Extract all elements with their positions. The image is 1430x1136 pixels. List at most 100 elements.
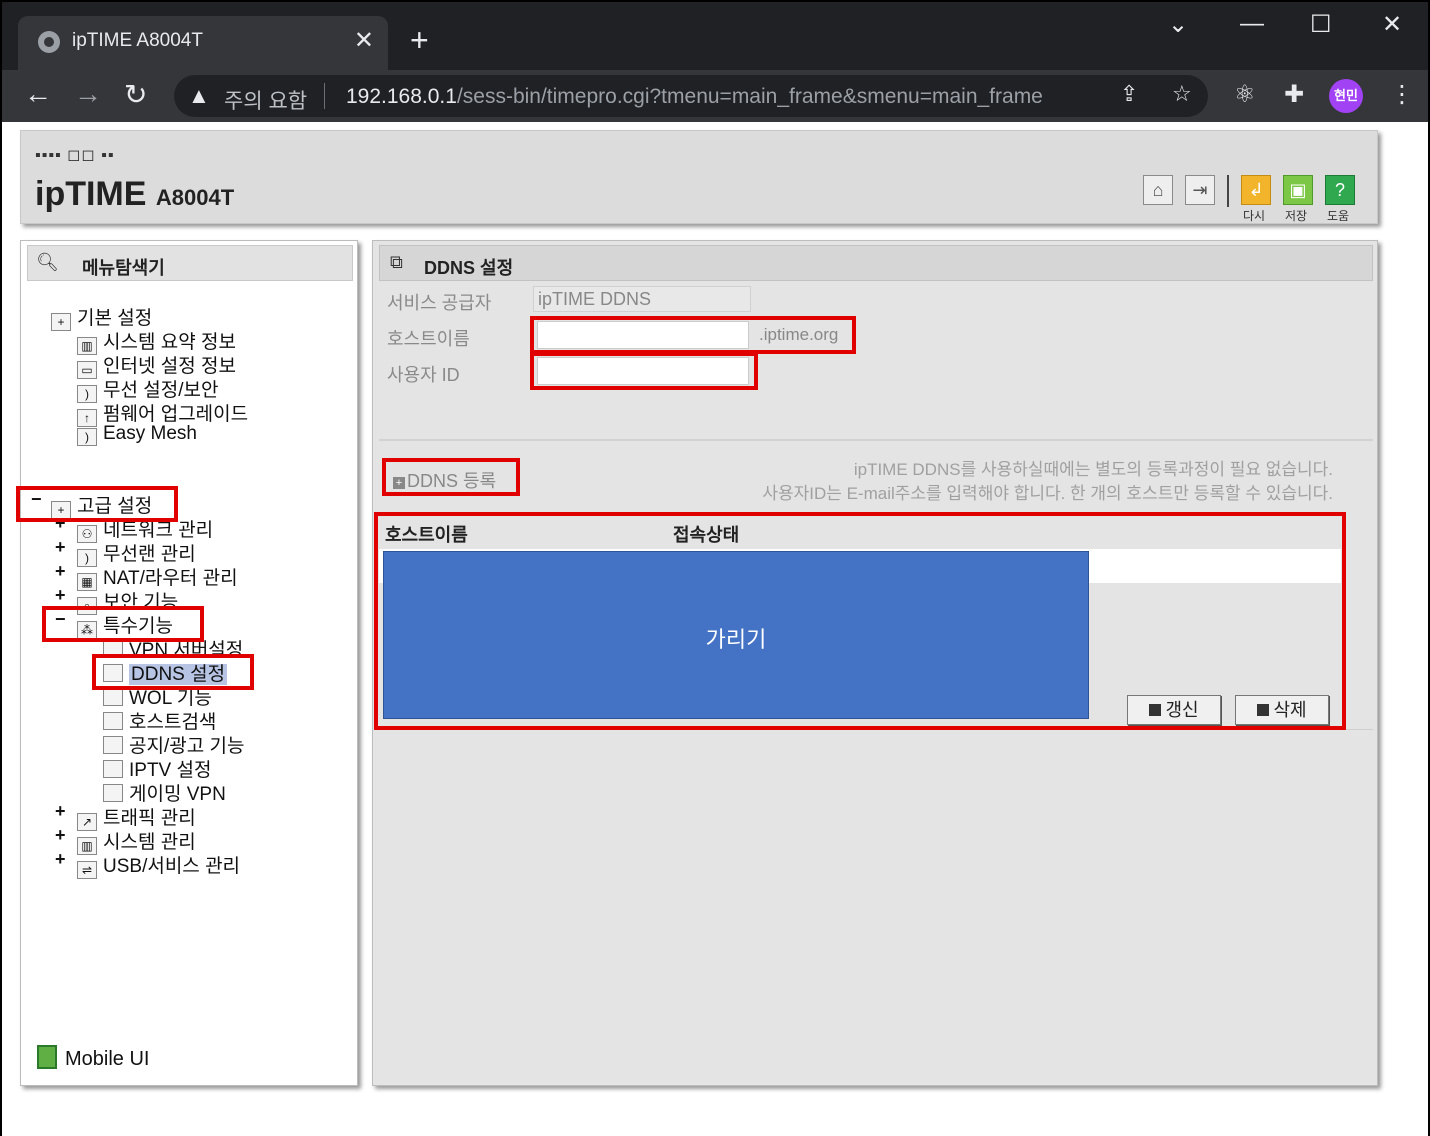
- close-window-icon[interactable]: ✕: [1382, 10, 1402, 39]
- save-icon[interactable]: ▣: [1283, 175, 1313, 205]
- page-icon: [103, 736, 123, 754]
- tree-label: Easy Mesh: [103, 423, 197, 444]
- tree-label: 게이밍 VPN: [129, 784, 226, 805]
- mobile-ui-link[interactable]: Mobile UI: [37, 1045, 149, 1071]
- tree-label: IPTV 설정: [129, 760, 212, 781]
- page-title: DDNS 설정: [424, 258, 514, 278]
- profile-avatar[interactable]: 현민: [1329, 79, 1363, 113]
- page-icon: [103, 688, 123, 706]
- tree-label: 네트워크 관리: [103, 520, 214, 541]
- mobile-ui-label: Mobile UI: [65, 1048, 150, 1070]
- highlight-advanced-settings: [16, 486, 178, 522]
- router-header: ▪▪▪▪ ◻◻ ▪▪ ipTIME A8004T ⌂ ⇥ ↲ 다시 ▣ 저장 ?…: [20, 130, 1378, 224]
- reload-icon[interactable]: ↲: [1241, 175, 1271, 205]
- tree-label: USB/서비스 관리: [103, 856, 241, 877]
- highlight-ddns-register: [382, 458, 520, 496]
- expand-icon[interactable]: +: [55, 585, 66, 606]
- highlight-userid: [530, 352, 758, 390]
- url-host: 192.168.0.1: [346, 85, 457, 108]
- tree-label: 무선랜 관리: [103, 544, 196, 565]
- browser-toolbar: ← → ↻ ▲ 주의 요함 192.168.0.1/sess-bin/timep…: [2, 70, 1428, 122]
- page-icon: [103, 712, 123, 730]
- highlight-ddns-settings: [92, 654, 254, 690]
- puzzle-icon[interactable]: ✚: [1284, 80, 1304, 109]
- url-separator: [324, 83, 325, 109]
- router-page: ▪▪▪▪ ◻◻ ▪▪ ipTIME A8004T ⌂ ⇥ ↲ 다시 ▣ 저장 ?…: [2, 122, 1428, 1136]
- tree-label: 시스템 관리: [103, 832, 196, 853]
- globe-icon: [38, 31, 60, 53]
- tree-host-search[interactable]: 호스트검색: [103, 707, 216, 734]
- tree-label: 호스트검색: [129, 712, 217, 733]
- chevron-down-icon[interactable]: ⌄: [1168, 10, 1188, 39]
- tree-label: 무선 설정/보안: [103, 380, 219, 401]
- logo-dots: ▪▪▪▪ ◻◻ ▪▪: [35, 147, 115, 164]
- ddns-panel-header: ⧉ DDNS 설정: [379, 245, 1373, 281]
- minimize-icon[interactable]: —: [1240, 10, 1264, 38]
- tree-label: 기본 설정: [77, 308, 153, 329]
- logo-text: ipTIME: [35, 175, 147, 213]
- menu-explorer-header: 🔍︎ 메뉴탐색기: [27, 245, 353, 281]
- tree-label: 인터넷 설정 정보: [103, 356, 236, 377]
- page-icon: [103, 760, 123, 778]
- browser-tab-bar: ipTIME A8004T ✕ + ⌄ — ☐ ✕: [2, 2, 1428, 70]
- tree-usb-service[interactable]: ⇌ USB/서비스 관리: [77, 851, 240, 879]
- notice-line-1: ipTIME DDNS를 사용하실때에는 별도의 등록과정이 필요 없습니다.: [853, 460, 1333, 479]
- reload-icon[interactable]: ↻: [124, 78, 147, 111]
- help-icon[interactable]: ?: [1325, 175, 1355, 205]
- folder-icon: +: [51, 313, 71, 331]
- share-icon[interactable]: ⇪: [1120, 81, 1138, 107]
- router-logo: ipTIME A8004T: [35, 175, 234, 214]
- new-tab-button[interactable]: +: [410, 22, 429, 58]
- section-divider: [379, 439, 1373, 441]
- expand-icon[interactable]: +: [55, 825, 66, 846]
- tree-label: 펌웨어 업그레이드: [103, 404, 249, 425]
- usb-icon: ⇌: [77, 861, 97, 879]
- hostname-label: 호스트이름: [387, 329, 470, 349]
- menu-explorer-title: 메뉴탐색기: [82, 258, 165, 278]
- back-arrow-icon[interactable]: ←: [24, 78, 52, 110]
- logout-icon[interactable]: ⇥: [1185, 175, 1215, 205]
- service-provider-value: ipTIME DDNS: [533, 286, 751, 312]
- address-bar[interactable]: ▲ 주의 요함 192.168.0.1/sess-bin/timepro.cgi…: [174, 75, 1208, 117]
- react-extension-icon[interactable]: ⚛: [1234, 80, 1256, 109]
- tree-iptv[interactable]: IPTV 설정: [103, 755, 211, 782]
- expand-icon[interactable]: +: [55, 537, 66, 558]
- highlight-host-table: [374, 512, 1346, 730]
- tree-label: 시스템 요약 정보: [103, 332, 236, 353]
- tree-label: WOL 기능: [129, 688, 212, 709]
- tab-title: ipTIME A8004T: [72, 30, 203, 51]
- tree-label: NAT/라우터 관리: [103, 568, 238, 589]
- url-text[interactable]: 192.168.0.1/sess-bin/timepro.cgi?tmenu=m…: [346, 85, 1043, 109]
- expand-icon[interactable]: +: [55, 801, 66, 822]
- highlight-special-functions: [42, 606, 204, 642]
- model-name: A8004T: [155, 185, 235, 210]
- header-separator: [1227, 175, 1229, 207]
- magnifier-icon: 🔍︎: [36, 252, 59, 272]
- close-tab-icon[interactable]: ✕: [354, 26, 374, 55]
- userid-label: 사용자 ID: [387, 365, 460, 385]
- forward-arrow-icon[interactable]: →: [74, 78, 102, 110]
- expand-icon[interactable]: +: [55, 561, 66, 582]
- save-label[interactable]: 저장: [1285, 207, 1307, 224]
- browser-tab[interactable]: ipTIME A8004T ✕: [18, 16, 388, 70]
- tree-label: 트래픽 관리: [103, 808, 196, 829]
- tree-easy-mesh[interactable]: ) Easy Mesh: [77, 423, 197, 446]
- mobile-icon: [37, 1045, 57, 1069]
- star-icon[interactable]: ☆: [1172, 81, 1192, 107]
- tree-gaming-vpn[interactable]: 게이밍 VPN: [103, 779, 226, 806]
- warning-icon[interactable]: ▲: [188, 83, 210, 109]
- tree-label: 공지/광고 기능: [129, 736, 245, 757]
- expand-icon[interactable]: +: [55, 849, 66, 870]
- reload-label[interactable]: 다시: [1243, 207, 1265, 224]
- service-provider-label: 서비스 공급자: [387, 293, 492, 313]
- tree-notice-ad[interactable]: 공지/광고 기능: [103, 731, 244, 758]
- home-icon[interactable]: ⌂: [1143, 175, 1173, 205]
- mesh-icon: ): [77, 428, 97, 446]
- security-warning[interactable]: 주의 요함: [224, 85, 307, 115]
- highlight-hostname: [530, 316, 856, 354]
- maximize-icon[interactable]: ☐: [1310, 10, 1332, 39]
- help-label[interactable]: 도움: [1327, 207, 1349, 224]
- menu-dots-icon[interactable]: ⋮: [1390, 80, 1414, 109]
- window-icon: ⧉: [390, 252, 403, 272]
- url-path: /sess-bin/timepro.cgi?tmenu=main_frame&s…: [456, 85, 1043, 108]
